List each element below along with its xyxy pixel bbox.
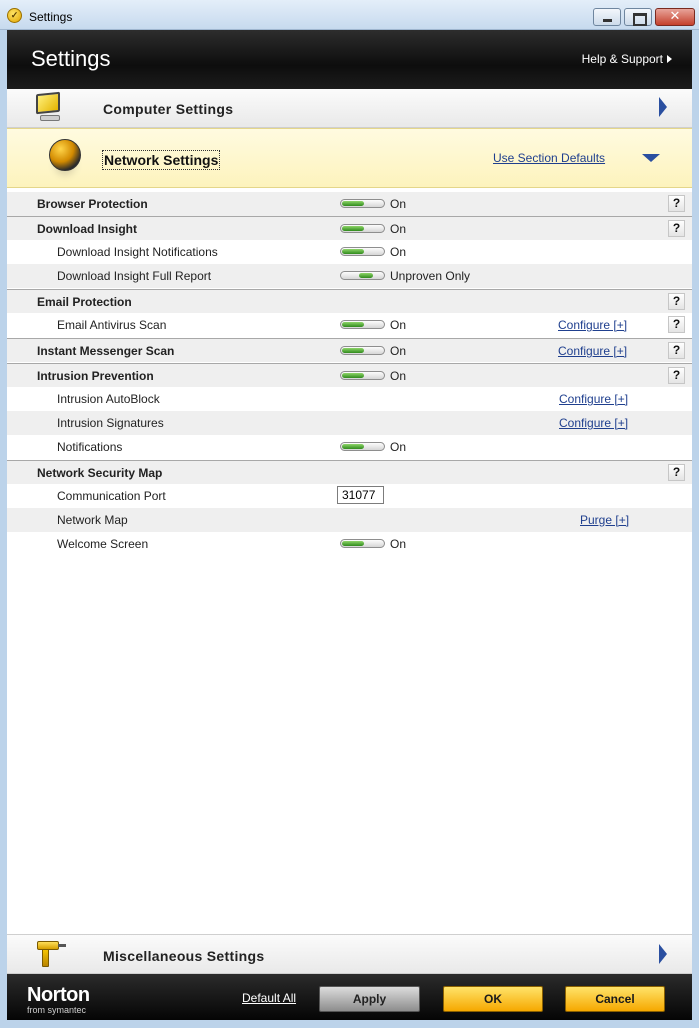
help-icon[interactable]: ? [668,464,685,481]
window-titlebar: ✓ Settings ✕ [0,0,699,30]
close-icon: ✕ [669,9,681,24]
row-intrusion-autoblock: Intrusion AutoBlock Configure [+] [7,387,692,411]
toggle-switch[interactable] [340,346,385,355]
window-title: Settings [29,10,73,24]
monitor-icon [36,91,64,123]
row-download-insight: Download Insight On ? [7,216,692,240]
setting-name: Download Insight Notifications [57,245,218,259]
port-input[interactable] [337,486,384,504]
row-instant-messenger-scan: Instant Messenger Scan On Configure [+] … [7,338,692,362]
drill-icon [37,939,67,971]
setting-state: On [390,318,407,332]
purge-link[interactable]: Purge [+] [580,513,629,527]
row-network-map: Network Map Purge [+] [7,508,692,532]
settings-window: Settings Help & Support Computer Setting… [7,30,692,1020]
default-all-link[interactable]: Default All [242,991,296,1005]
setting-state: On [390,440,407,454]
setting-name: Download Insight Full Report [57,269,212,283]
close-button[interactable]: ✕ [655,8,695,26]
setting-state: On [390,369,407,383]
section-computer-settings[interactable]: Computer Settings [7,89,692,128]
row-download-insight-notifications: Download Insight Notifications On [7,240,692,264]
maximize-button[interactable] [624,8,652,26]
footer-bar: Norton from symantec Default All Apply O… [7,974,692,1020]
setting-name: Intrusion Prevention [37,369,154,383]
row-welcome-screen: Welcome Screen On [7,532,692,556]
chevron-right-icon[interactable] [659,97,667,117]
configure-link[interactable]: Configure [+] [559,392,628,406]
toggle-switch[interactable] [340,371,385,380]
setting-name: Intrusion Signatures [57,416,164,430]
norton-app-icon: ✓ [7,8,22,23]
setting-name: Network Security Map [37,466,163,480]
row-intrusion-prevention: Intrusion Prevention On ? [7,363,692,387]
configure-link[interactable]: Configure [+] [559,416,628,430]
row-download-insight-full-report: Download Insight Full Report Unproven On… [7,264,692,288]
configure-link[interactable]: Configure [+] [558,344,627,358]
help-support-label: Help & Support [581,52,663,66]
help-icon[interactable]: ? [668,220,685,237]
help-icon[interactable]: ? [668,342,685,359]
globe-icon [49,139,81,171]
toggle-switch[interactable] [340,539,385,548]
setting-name: Browser Protection [37,197,148,211]
section-label: Miscellaneous Settings [103,948,265,964]
chevron-down-icon[interactable] [642,154,660,162]
setting-name: Download Insight [37,222,137,236]
section-label: Computer Settings [103,101,234,117]
setting-state: On [390,222,407,236]
help-icon[interactable]: ? [668,293,685,310]
section-network-settings[interactable]: Network Settings Use Section Defaults [7,128,692,188]
setting-state: On [390,245,407,259]
chevron-right-icon[interactable] [659,944,667,964]
toggle-switch[interactable] [340,199,385,208]
section-miscellaneous-settings[interactable]: Miscellaneous Settings [7,934,692,974]
configure-link[interactable]: Configure [+] [558,318,627,332]
row-intrusion-signatures: Intrusion Signatures Configure [+] [7,411,692,435]
toggle-switch[interactable] [340,442,385,451]
ok-button[interactable]: OK [443,986,543,1012]
apply-button[interactable]: Apply [319,986,420,1012]
row-communication-port: Communication Port [7,484,692,508]
setting-name: Instant Messenger Scan [37,344,175,358]
row-browser-protection: Browser Protection On ? [7,192,692,216]
help-icon[interactable]: ? [668,316,685,333]
toggle-switch[interactable] [340,271,385,280]
section-label: Network Settings [102,150,221,170]
setting-name: Notifications [57,440,123,454]
toggle-switch[interactable] [340,320,385,329]
arrow-right-icon [667,55,672,63]
setting-name: Intrusion AutoBlock [57,392,160,406]
setting-state: On [390,537,407,551]
setting-name: Welcome Screen [57,537,149,551]
setting-name: Communication Port [57,489,166,503]
toggle-switch[interactable] [340,247,385,256]
setting-state: On [390,344,407,358]
row-email-protection: Email Protection ? [7,289,692,313]
help-icon[interactable]: ? [668,195,685,212]
toggle-switch[interactable] [340,224,385,233]
setting-state: On [390,197,407,211]
norton-logo-subtitle: from symantec [27,1005,87,1015]
setting-state: Unproven Only [390,269,471,283]
row-email-antivirus-scan: Email Antivirus Scan On Configure [+] ? [7,313,692,337]
setting-name: Email Protection [37,295,132,309]
page-header: Settings Help & Support [7,30,692,89]
help-icon[interactable]: ? [668,367,685,384]
setting-name: Network Map [57,513,128,527]
row-notifications: Notifications On [7,435,692,459]
page-title: Settings [31,46,111,71]
minimize-button[interactable] [593,8,621,26]
use-section-defaults-link[interactable]: Use Section Defaults [493,151,605,165]
row-network-security-map: Network Security Map ? [7,460,692,484]
help-support-link[interactable]: Help & Support [582,52,672,66]
setting-name: Email Antivirus Scan [57,318,167,332]
cancel-button[interactable]: Cancel [565,986,665,1012]
norton-logo: Norton [27,984,90,1006]
